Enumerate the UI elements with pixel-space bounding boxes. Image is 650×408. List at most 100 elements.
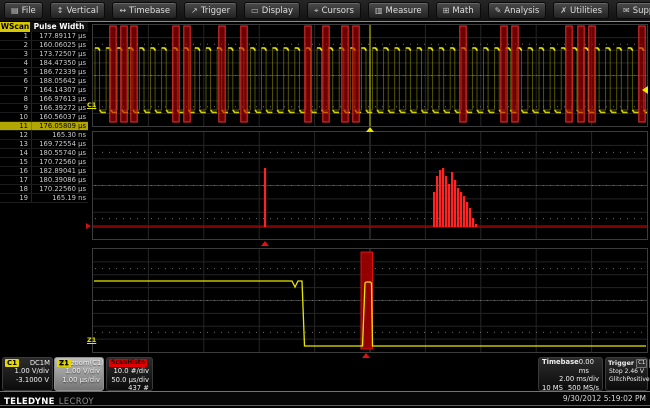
- table-row-4[interactable]: 4184.47350 µs: [0, 59, 88, 68]
- table-row-16[interactable]: 16182.89041 µs: [0, 167, 88, 176]
- table-row-14[interactable]: 14180.55740 µs: [0, 149, 88, 158]
- row-index: 6: [0, 77, 32, 85]
- scanhisto-descriptor-box[interactable]: ScanHisto 10.0 #/div 50.0 µs/div 437 #: [106, 357, 153, 391]
- row-index: 5: [0, 68, 32, 76]
- histogram-bar: [436, 176, 438, 227]
- wavescan-anomaly-bar: [305, 26, 311, 122]
- z1-trace-badge: Z1: [57, 359, 71, 367]
- pulse-width-value: 177.89117 µs: [32, 32, 88, 40]
- pulse-width-value: 164.14307 µs: [32, 86, 88, 94]
- histogram-bar: [433, 192, 435, 227]
- trigger-icon: ↗: [191, 6, 198, 15]
- c1-vdiv: 1.00 V/div: [3, 367, 52, 376]
- table-row-15[interactable]: 15170.72560 µs: [0, 158, 88, 167]
- table-body: 1177.89117 µs2160.06025 µs3173.72507 µs4…: [0, 32, 88, 203]
- menu-item-label: Measure: [386, 6, 422, 16]
- c1-trace-label[interactable]: C1: [87, 102, 96, 109]
- trigger-label: Trigger: [608, 359, 634, 368]
- table-row-9[interactable]: 9166.39272 µs: [0, 104, 88, 113]
- row-index: 14: [0, 149, 32, 157]
- c1-coupling: DC1M: [30, 359, 50, 367]
- table-row-12[interactable]: 12165.30 ns: [0, 131, 88, 140]
- menu-item-file[interactable]: ▤File: [4, 2, 43, 19]
- pulse-width-value: 160.06025 µs: [32, 41, 88, 49]
- pulse-width-value: 169.72554 µs: [32, 140, 88, 148]
- menu-item-vertical[interactable]: ↕Vertical: [50, 2, 106, 19]
- menu-item-timebase[interactable]: ↔Timebase: [112, 2, 177, 19]
- menu-item-analysis[interactable]: ✎Analysis: [488, 2, 547, 19]
- table-row-6[interactable]: 6188.05642 µs: [0, 77, 88, 86]
- row-index: 8: [0, 95, 32, 103]
- c1-descriptor-box[interactable]: C1 DC1M 1.00 V/div -3.1000 V: [2, 357, 53, 391]
- histogram-bar: [466, 202, 468, 227]
- brand-logo: TELEDYNELECROY: [4, 389, 94, 408]
- table-row-3[interactable]: 3173.72507 µs: [0, 50, 88, 59]
- menu-item-label: Vertical: [67, 6, 99, 16]
- vertical-icon: ↕: [57, 6, 64, 15]
- scanhisto-badge: ScanHisto: [109, 359, 147, 367]
- oscilloscope-screen: { "menu": { "items": [ {"id":"file","lab…: [0, 0, 650, 406]
- wavescan-anomaly-bar: [639, 26, 645, 122]
- wscan-tab[interactable]: WScan: [0, 22, 30, 32]
- table-row-11[interactable]: 11176.05809 µs: [0, 122, 88, 131]
- table-row-7[interactable]: 7164.14307 µs: [0, 86, 88, 95]
- pulse-width-value: 176.05809 µs: [32, 122, 88, 130]
- utilities-icon: ✗: [560, 6, 567, 15]
- table-row-1[interactable]: 1177.89117 µs: [0, 32, 88, 41]
- row-index: 16: [0, 167, 32, 175]
- table-row-10[interactable]: 10160.56037 µs: [0, 113, 88, 122]
- wavescan-anomaly-bar: [110, 26, 116, 122]
- timebase-label: Timebase: [542, 358, 579, 375]
- wavescan-anomaly-bar: [173, 26, 179, 122]
- menu-item-label: Cursors: [322, 6, 354, 16]
- table-row-2[interactable]: 2160.06025 µs: [0, 41, 88, 50]
- table-row-19[interactable]: 19165.19 ns: [0, 194, 88, 203]
- table-row-5[interactable]: 5186.72339 µs: [0, 68, 88, 77]
- menu-item-math[interactable]: ⊞Math: [436, 2, 481, 19]
- table-row-17[interactable]: 17180.39086 µs: [0, 176, 88, 185]
- z1-descriptor-box[interactable]: Z1 zoom(C1) 1.00 V/div 1.00 µs/div: [54, 357, 104, 391]
- table-row-8[interactable]: 8166.97613 µs: [0, 95, 88, 104]
- scanhisto-panel[interactable]: [92, 131, 648, 240]
- pulse-width-column-header: Pulse Width: [30, 22, 88, 32]
- menu-item-label: File: [22, 6, 36, 16]
- row-index: 10: [0, 113, 32, 121]
- pulse-width-value: 186.72339 µs: [32, 68, 88, 76]
- datetime-display: 9/30/2012 5:19:02 PM: [563, 394, 646, 403]
- scanhisto-ydiv: 10.0 #/div: [107, 367, 152, 376]
- display-icon: ▭: [251, 6, 259, 15]
- table-row-18[interactable]: 18170.22560 µs: [0, 185, 88, 194]
- histogram-bar: [448, 184, 450, 227]
- c1-waveform-svg: [93, 25, 647, 126]
- trigger-time-marker[interactable]: [366, 127, 374, 132]
- wavescan-anomaly-bar: [241, 26, 247, 122]
- z1-trace-label[interactable]: Z1: [87, 337, 96, 344]
- row-index: 3: [0, 50, 32, 58]
- row-index: 19: [0, 194, 32, 202]
- trigger-slope: Positive: [626, 376, 649, 385]
- timebase-box[interactable]: Timebase 0.00 ms 2.00 ms/div 10 MS 500 M…: [538, 357, 603, 391]
- menu-item-support[interactable]: ✉Support: [616, 2, 650, 19]
- menu-item-label: Trigger: [201, 6, 230, 16]
- zoom-z1-panel[interactable]: [92, 248, 648, 353]
- main-grid-c1-panel[interactable]: [92, 24, 648, 127]
- support-icon: ✉: [623, 6, 630, 15]
- menu-item-measure[interactable]: ▥Measure: [368, 2, 429, 19]
- row-index: 4: [0, 59, 32, 67]
- menu-item-label: Utilities: [570, 6, 602, 16]
- histogram-bar: [469, 208, 471, 227]
- glitch-event-marker: [362, 353, 370, 358]
- menu-item-label: Math: [452, 6, 473, 16]
- pulse-width-value: 170.22560 µs: [32, 185, 88, 193]
- menu-item-trigger[interactable]: ↗Trigger: [184, 2, 237, 19]
- pulse-width-value: 180.55740 µs: [32, 149, 88, 157]
- trigger-level-marker[interactable]: [642, 86, 648, 94]
- trigger-box[interactable]: Trigger C1 DC Stop 2.46 V Glitch Positiv…: [605, 357, 648, 391]
- menu-item-cursors[interactable]: ⌖Cursors: [307, 2, 361, 19]
- table-row-13[interactable]: 13169.72554 µs: [0, 140, 88, 149]
- menu-item-display[interactable]: ▭Display: [244, 2, 300, 19]
- wavescan-anomaly-bar: [501, 26, 507, 122]
- menu-item-utilities[interactable]: ✗Utilities: [553, 2, 609, 19]
- row-index: 9: [0, 104, 32, 112]
- wavescan-anomaly-bar: [131, 26, 137, 122]
